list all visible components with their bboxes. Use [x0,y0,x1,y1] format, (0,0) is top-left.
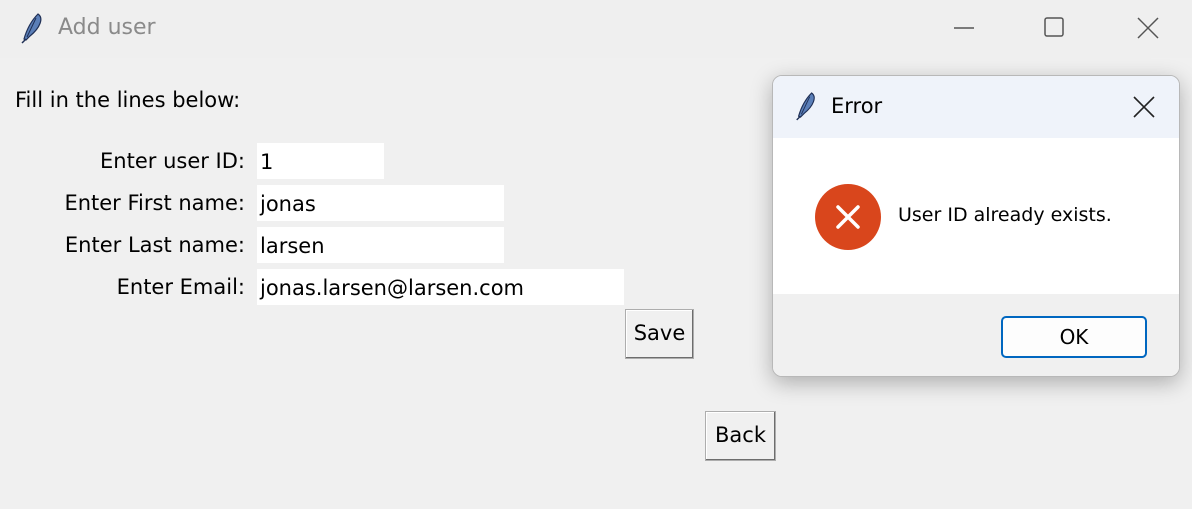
dialog-body: User ID already exists. [773,138,1179,294]
email-input[interactable]: jonas.larsen@larsen.com [257,269,624,305]
user-id-label: Enter user ID: [100,149,245,173]
close-icon[interactable] [1129,92,1159,122]
close-icon[interactable] [1128,10,1168,46]
feather-icon [796,92,815,121]
error-dialog: Error User ID already exists. OK [772,75,1180,377]
back-button[interactable]: Back [705,411,776,461]
ok-button[interactable]: OK [1001,316,1147,358]
first-name-input[interactable]: jonas [257,185,504,221]
save-button[interactable]: Save [625,309,694,359]
minimize-icon[interactable] [944,10,984,46]
dialog-footer: OK [773,294,1179,376]
last-name-input[interactable]: larsen [257,227,504,263]
title-bar[interactable]: Add user [0,0,1192,58]
instruction-text: Fill in the lines below: [15,88,241,112]
dialog-title: Error [831,94,883,118]
window-title: Add user [58,15,156,40]
last-name-label: Enter Last name: [64,233,245,257]
feather-icon [21,13,42,44]
first-name-label: Enter First name: [64,191,245,215]
user-id-input[interactable]: 1 [257,143,384,179]
error-icon [815,184,881,250]
error-message: User ID already exists. [898,204,1112,226]
email-label: Enter Email: [116,275,245,299]
dialog-title-bar[interactable]: Error [773,76,1179,138]
maximize-icon[interactable] [1034,10,1074,46]
add-user-window: Add user Fill in the lines below: Enter … [0,0,1192,509]
